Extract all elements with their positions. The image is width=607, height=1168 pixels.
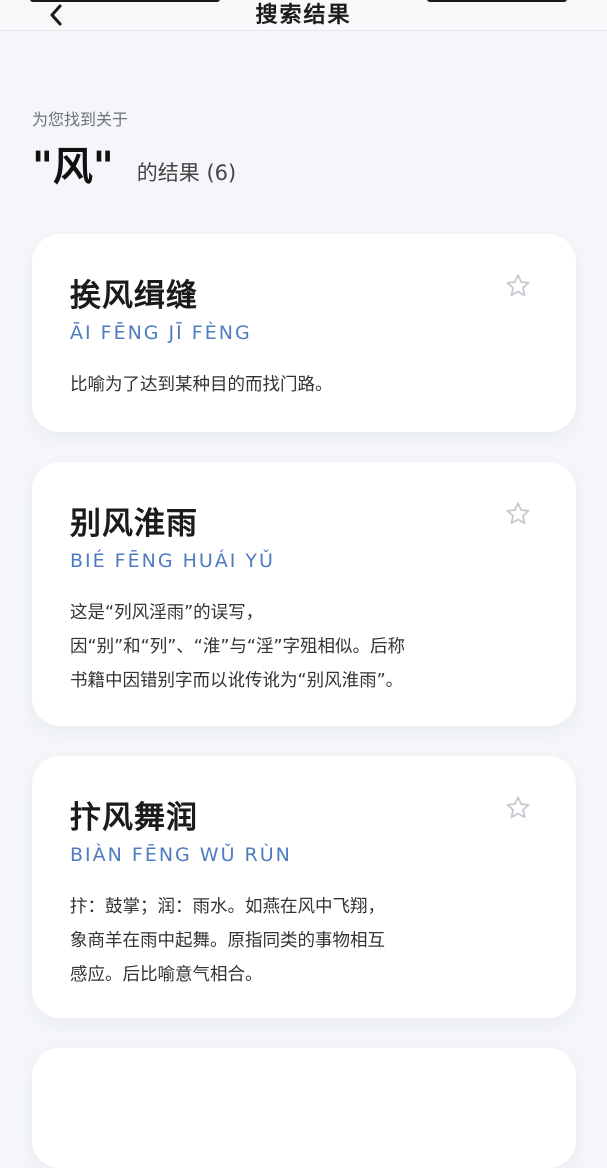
idiom-title: 抃风舞润 xyxy=(70,800,198,836)
idiom-pinyin: BIÀN FĒNG WǓ RÙN xyxy=(70,844,292,866)
idiom-pinyin: ĀI FĒNG JĪ FÈNG xyxy=(70,322,252,344)
search-intro-text: 为您找到关于 xyxy=(32,110,129,129)
result-card[interactable]: 挨风缉缝 ĀI FĒNG JĪ FÈNG 比喻为了达到某种目的而找门路。 xyxy=(32,234,576,432)
definition-line: 象商羊在雨中起舞。原指同类的事物相互 xyxy=(70,931,385,951)
star-outline-icon[interactable] xyxy=(504,272,532,300)
definition-line: 因“别”和“列”、“淮”与“淫”字殂相似。后称 xyxy=(70,637,406,657)
idiom-title: 挨风缉缝 xyxy=(70,278,198,314)
definition-line: 这是“列风淫雨”的误写， xyxy=(70,603,264,623)
result-card[interactable]: 别风淮雨 BIÉ FĒNG HUÁI YǓ 这是“列风淫雨”的误写， 因“别”和… xyxy=(32,462,576,726)
idiom-definition: 比喻为了达到某种目的而找门路。 xyxy=(70,368,500,402)
idiom-definition: 这是“列风淫雨”的误写， 因“别”和“列”、“淮”与“淫”字殂相似。后称 书籍中… xyxy=(70,596,500,698)
definition-line: 书籍中因错别字而以讹传讹为“别风淮雨”。 xyxy=(70,671,404,691)
result-count-text: 的结果 (6) xyxy=(136,161,237,185)
definition-line: 感应。后比喻意气相合。 xyxy=(70,965,263,985)
search-summary: "风" 的结果 (6) xyxy=(32,134,236,190)
result-card[interactable]: 抃风舞润 BIÀN FĒNG WǓ RÙN 抃：鼓掌；润：雨水。如燕在风中飞翔，… xyxy=(32,756,576,1018)
idiom-definition: 抃：鼓掌；润：雨水。如燕在风中飞翔， 象商羊在雨中起舞。原指同类的事物相互 感应… xyxy=(70,890,500,992)
definition-line: 抃：鼓掌；润：雨水。如燕在风中飞翔， xyxy=(70,897,385,917)
idiom-pinyin: BIÉ FĒNG HUÁI YǓ xyxy=(70,550,275,572)
idiom-title: 别风淮雨 xyxy=(70,506,198,542)
definition-line: 比喻为了达到某种目的而找门路。 xyxy=(70,375,333,395)
star-outline-icon[interactable] xyxy=(504,500,532,528)
result-card[interactable] xyxy=(32,1048,576,1168)
search-query-term: "风" xyxy=(32,144,114,190)
navigation-bar: 搜索结果 xyxy=(0,0,607,31)
page-title: 搜索结果 xyxy=(255,3,352,28)
star-outline-icon[interactable] xyxy=(504,794,532,822)
